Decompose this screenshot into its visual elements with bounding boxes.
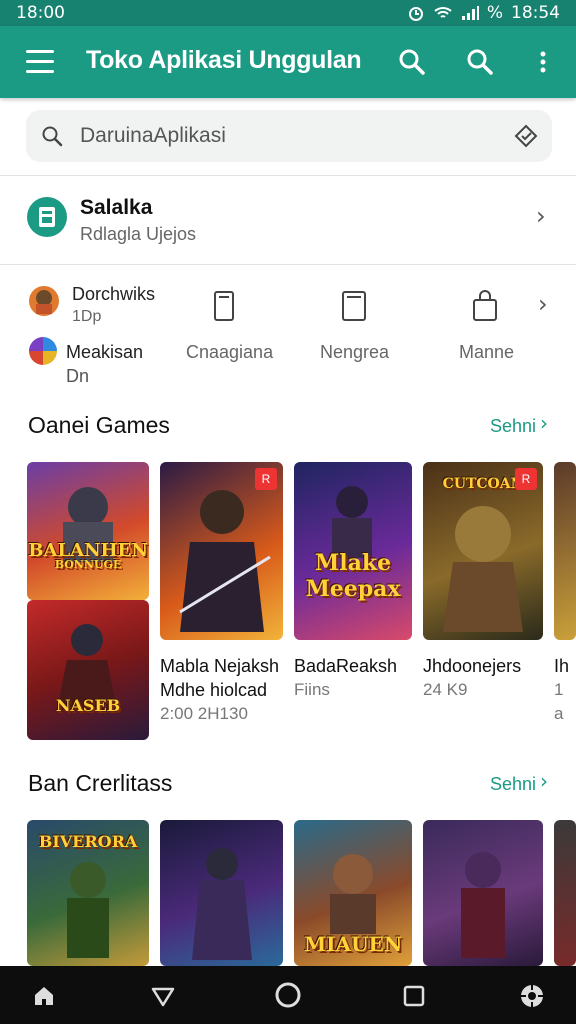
settings-icon[interactable]	[518, 982, 546, 1010]
game-title: Mabla Nejaksh	[160, 656, 280, 676]
game-card[interactable]: Mlake Meepax	[294, 462, 412, 640]
game-art-title: NASEB	[55, 696, 121, 715]
search-icon[interactable]	[396, 46, 428, 78]
category-subtitle: Dn	[66, 366, 90, 386]
game-badge: R	[255, 468, 277, 490]
game-art	[192, 848, 252, 960]
search-bar[interactable]: DaruinaAplikasi	[26, 110, 552, 162]
game-card[interactable]	[160, 820, 283, 966]
game-card[interactable]	[554, 462, 576, 640]
status-time-left: 18:00	[16, 3, 65, 23]
home-icon[interactable]	[32, 984, 56, 1008]
home-circle-icon[interactable]	[273, 980, 303, 1010]
see-more-link[interactable]: Sehni	[490, 774, 536, 795]
phone-icon	[214, 291, 234, 321]
search-icon-secondary[interactable]	[464, 46, 496, 78]
game-title: BadaReaksh	[294, 656, 398, 676]
account-icon	[27, 197, 67, 237]
search-field-icon	[42, 126, 63, 147]
alarm-icon	[408, 7, 423, 21]
chevron-right-icon[interactable]: ›	[540, 411, 548, 435]
category-title: Dorchwiks	[72, 284, 156, 304]
account-subtitle: Rdlagla Ujejos	[80, 224, 197, 244]
game-card[interactable]: BALANHEN BONNUGE	[27, 462, 149, 600]
status-icons: % 18:54	[407, 3, 560, 23]
game-badge: R	[515, 468, 537, 490]
recents-icon[interactable]	[402, 984, 426, 1008]
game-card[interactable]	[554, 820, 576, 966]
category-label: Manne	[459, 342, 515, 362]
game-meta: 1 a	[554, 680, 564, 723]
chevron-right-icon[interactable]: ›	[536, 202, 546, 230]
game-art	[63, 487, 113, 562]
tablet-icon	[342, 291, 366, 321]
voice-search-icon[interactable]	[512, 122, 540, 150]
game-art-title: BIVERORA	[38, 832, 138, 851]
back-icon[interactable]	[150, 986, 176, 1008]
see-more-link[interactable]: Sehni	[490, 416, 536, 437]
account-title: Salalka	[80, 196, 153, 219]
game-card[interactable]: NASEB	[27, 600, 149, 740]
section-title: Oanei Games	[28, 412, 170, 438]
navigation-bar	[0, 966, 576, 1024]
game-meta: 24 K9	[423, 680, 468, 699]
category-title: Meakisan	[66, 342, 144, 362]
divider	[0, 175, 576, 176]
game-card[interactable]: CUTCOAN R	[423, 462, 543, 640]
game-art-title: Mlake Meepax	[305, 550, 401, 602]
game-card[interactable]: MIAUEN	[294, 820, 412, 966]
divider	[0, 264, 576, 265]
game-art-title: MIAUEN	[304, 932, 402, 956]
more-vert-icon[interactable]	[527, 46, 559, 78]
battery-icon: %	[486, 3, 503, 23]
app-bar: Toko Aplikasi Unggulan	[0, 26, 576, 98]
colorful-circle-icon	[29, 337, 57, 365]
game-art-subtitle: BONNUGE	[54, 558, 122, 571]
game-card[interactable]: BIVERORA	[27, 820, 149, 966]
chevron-right-icon[interactable]: ›	[538, 290, 548, 318]
wifi-icon	[434, 7, 452, 18]
game-art	[461, 852, 505, 958]
game-meta: Fiins	[294, 680, 330, 699]
game-title: Ih	[554, 656, 570, 676]
section-title: Ban Crerlitass	[28, 770, 173, 796]
menu-icon[interactable]	[26, 50, 54, 74]
status-time-right: 18:54	[511, 3, 560, 23]
category-label: Cnaagiana	[186, 342, 274, 362]
game-avatar-icon	[29, 286, 59, 316]
game-art	[57, 624, 117, 710]
game-meta: 2:00 2H130	[160, 704, 248, 723]
shopping-bag-icon	[473, 290, 497, 321]
search-input[interactable]: DaruinaAplikasi	[80, 124, 226, 148]
signal-icon	[461, 6, 479, 20]
game-card[interactable]	[423, 820, 543, 966]
status-bar: 18:00 % 18:54	[0, 0, 576, 26]
game-card[interactable]: R	[160, 462, 283, 640]
category-subtitle: 1Dp	[72, 308, 102, 325]
category-label: Nengrea	[320, 342, 390, 362]
game-title: Jhdoonejers	[423, 656, 522, 676]
game-title-line2: Mdhe hiolcad	[160, 680, 268, 700]
app-title: Toko Aplikasi Unggulan	[86, 46, 362, 74]
chevron-right-icon[interactable]: ›	[540, 769, 548, 793]
